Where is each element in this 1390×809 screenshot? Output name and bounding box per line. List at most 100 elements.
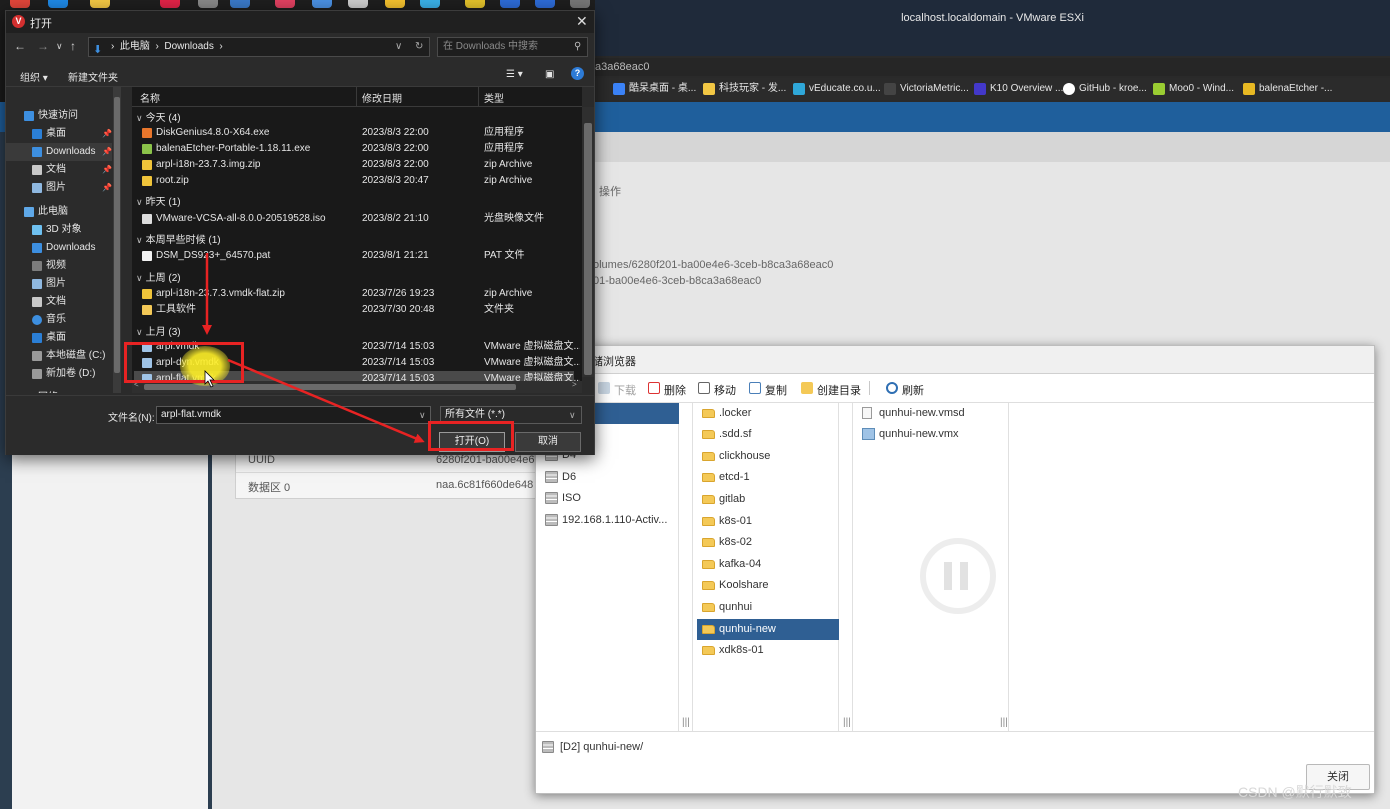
file-row[interactable]: DSM_DS923+_64570.pat 2023/8/1 21:21 PAT 文件 <box>134 248 574 264</box>
taskbar-app-icon[interactable] <box>230 0 250 8</box>
delete-button[interactable]: 删除 <box>648 382 686 398</box>
folder-item[interactable]: .locker <box>697 403 751 424</box>
folder-item-selected[interactable]: qunhui-new <box>697 619 839 640</box>
folder-item[interactable]: qunhui <box>697 597 752 618</box>
nav-documents[interactable]: 文档 📌 <box>32 161 112 179</box>
taskbar-app-icon[interactable] <box>535 0 555 8</box>
column-divider[interactable] <box>478 87 479 107</box>
folder-item[interactable]: .sdd.sf <box>697 424 751 445</box>
filename-input[interactable]: arpl-flat.vmdk ∨ <box>156 406 431 424</box>
nav-desktop[interactable]: 桌面 📌 <box>32 125 112 143</box>
nav-this-pc[interactable]: 此电脑 <box>24 203 68 221</box>
taskbar-app-icon[interactable] <box>348 0 368 8</box>
folder-item[interactable]: etcd-1 <box>697 467 750 488</box>
group-header-earlier-this-week[interactable]: ∨ 本周早些时候 (1) <box>136 231 221 246</box>
file-item[interactable]: qunhui-new.vmx <box>857 424 959 445</box>
download-button[interactable]: 下载 <box>598 382 636 398</box>
preview-pane-icon[interactable]: ▣ <box>545 69 554 80</box>
bookmark-item[interactable]: Moo0 - Wind... <box>1153 81 1234 97</box>
column-divider[interactable] <box>356 87 357 107</box>
file-item[interactable]: qunhui-new.vmsd <box>857 403 965 424</box>
file-list-vertical-scrollbar[interactable] <box>582 107 594 377</box>
nav-network[interactable]: 网络 <box>24 389 58 393</box>
nav-downloads-pc[interactable]: Downloads <box>32 239 95 257</box>
taskbar-app-icon[interactable] <box>10 0 30 8</box>
column-resize-icon[interactable]: ||| <box>843 717 851 728</box>
new-folder-button[interactable]: 新建文件夹 <box>68 69 118 84</box>
nav-documents-pc[interactable]: 文档 <box>32 293 66 311</box>
taskbar-app-icon[interactable] <box>275 0 295 8</box>
recent-chevron-icon[interactable]: ∨ <box>56 41 63 52</box>
folder-item[interactable]: kafka-04 <box>697 554 761 575</box>
view-options-icon[interactable]: ☰ ▾ <box>506 69 523 80</box>
refresh-button[interactable]: 刷新 <box>886 382 924 398</box>
cancel-button[interactable]: 取消 <box>515 432 581 452</box>
nav-videos[interactable]: 视频 <box>32 257 66 275</box>
move-button[interactable]: 移动 <box>698 382 736 398</box>
back-arrow-icon[interactable]: ← <box>14 39 26 53</box>
search-input[interactable]: 在 Downloads 中搜索 ⚲ <box>437 37 588 57</box>
folder-item[interactable]: xdk8s-01 <box>697 640 764 661</box>
taskbar-app-icon[interactable] <box>465 0 485 8</box>
taskbar-app-icon[interactable] <box>500 0 520 8</box>
column-resize-icon[interactable]: ||| <box>682 717 690 728</box>
bookmark-item[interactable]: 酷呆桌面 - 桌... <box>613 81 696 97</box>
up-arrow-icon[interactable]: ↑ <box>70 39 76 53</box>
create-directory-button[interactable]: 创建目录 <box>801 382 861 398</box>
organize-button[interactable]: 组织 ▾ <box>20 69 48 84</box>
bookmark-item[interactable]: 科技玩家 - 发... <box>703 81 786 97</box>
datastore-item[interactable]: 192.168.1.110-Activ... <box>540 510 667 531</box>
nav-pictures[interactable]: 图片 📌 <box>32 179 112 197</box>
nav-music[interactable]: 音乐 <box>32 311 66 329</box>
file-row[interactable]: root.zip 2023/8/3 20:47 zip Archive <box>134 173 574 189</box>
file-row[interactable]: DiskGenius4.8.0-X64.exe 2023/8/3 22:00 应用程… <box>134 125 574 141</box>
help-icon[interactable]: ? <box>571 67 584 80</box>
bookmark-item[interactable]: K10 Overview ... <box>974 81 1063 97</box>
bookmark-item[interactable]: balenaEtcher -... <box>1243 81 1332 97</box>
column-header-date[interactable]: 修改日期 <box>362 90 402 105</box>
taskbar-app-icon[interactable] <box>160 0 180 8</box>
group-header-last-week[interactable]: ∨ 上周 (2) <box>136 269 181 284</box>
chevron-down-icon[interactable]: ∨ <box>395 38 402 56</box>
nav-desktop-pc[interactable]: 桌面 <box>32 329 66 347</box>
nav-quick-access[interactable]: 快速访问 <box>24 107 78 125</box>
file-row[interactable]: balenaEtcher-Portable-1.18.11.exe 2023/8/… <box>134 141 574 157</box>
forward-arrow-icon[interactable]: → <box>37 39 49 53</box>
taskbar-app-icon[interactable] <box>420 0 440 8</box>
nav-pictures-pc[interactable]: 图片 <box>32 275 66 293</box>
esxi-actions-label[interactable]: 操作 <box>599 183 621 199</box>
folder-item[interactable]: clickhouse <box>697 446 770 467</box>
address-bar[interactable]: a3a68eac0 <box>595 58 1390 76</box>
column-header-name[interactable]: 名称 <box>140 90 160 105</box>
folder-item[interactable]: gitlab <box>697 489 745 510</box>
nav-downloads[interactable]: Downloads 📌 <box>6 143 112 161</box>
taskbar-app-icon[interactable] <box>48 0 68 8</box>
datastore-item[interactable]: ISO <box>540 488 581 509</box>
file-row[interactable]: VMware-VCSA-all-8.0.0-20519528.iso 2023/8… <box>134 211 574 227</box>
taskbar-app-icon[interactable] <box>312 0 332 8</box>
file-row[interactable]: arpl-i18n-23.7.3.vmdk-flat.zip 2023/7/26 … <box>134 286 574 302</box>
nav-local-disk[interactable]: 本地磁盘 (C:) <box>32 347 105 365</box>
breadcrumb-item[interactable]: 此电脑 <box>120 41 150 52</box>
chevron-down-icon[interactable]: ∨ <box>419 407 426 423</box>
taskbar-app-icon[interactable] <box>90 0 110 8</box>
close-icon[interactable]: ✕ <box>576 13 588 30</box>
folder-item[interactable]: k8s-02 <box>697 532 752 553</box>
datastore-item[interactable]: D6 <box>540 467 576 488</box>
taskbar-app-icon[interactable] <box>570 0 590 8</box>
taskbar-app-icon[interactable] <box>385 0 405 8</box>
file-row[interactable]: 工具软件 2023/7/30 20:48 文件夹 <box>134 302 574 318</box>
breadcrumb-item[interactable]: Downloads <box>164 41 213 52</box>
scroll-right-icon[interactable]: > <box>572 380 577 389</box>
group-header-today[interactable]: ∨ 今天 (4) <box>136 109 181 124</box>
nav-new-volume[interactable]: 新加卷 (D:) <box>32 365 95 383</box>
group-header-last-month[interactable]: ∨ 上月 (3) <box>136 323 181 338</box>
bookmark-item[interactable]: vEducate.co.u... <box>793 81 881 97</box>
nav-scrollbar[interactable] <box>113 87 121 393</box>
bookmark-item[interactable]: VictoriaMetric... <box>884 81 969 97</box>
file-row[interactable]: arpl-i18n-23.7.3.img.zip 2023/8/3 22:00 zi… <box>134 157 574 173</box>
column-header-type[interactable]: 类型 <box>484 90 504 105</box>
bookmark-item[interactable]: GitHub - kroe... <box>1063 81 1147 97</box>
folder-item[interactable]: k8s-01 <box>697 511 752 532</box>
nav-3d-objects[interactable]: 3D 对象 <box>32 221 82 239</box>
